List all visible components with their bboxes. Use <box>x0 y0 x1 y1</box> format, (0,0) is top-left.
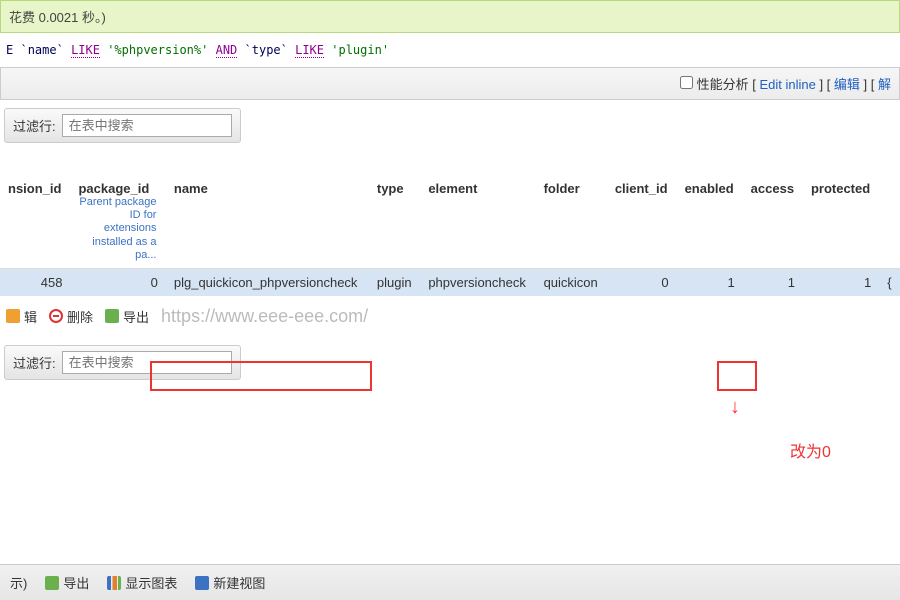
table-header-row: nsion_id package_idParent package ID for… <box>0 175 900 268</box>
cell-tail: { <box>879 268 900 296</box>
cell-folder: quickicon <box>536 268 607 296</box>
col-access[interactable]: access <box>743 175 803 268</box>
footer-bar: 示) 导出 显示图表 新建视图 <box>0 564 900 600</box>
view-icon <box>195 576 209 590</box>
more-link[interactable]: 解 <box>878 77 891 92</box>
perf-checkbox[interactable] <box>680 76 693 89</box>
cell-element: phpversioncheck <box>420 268 535 296</box>
col-more <box>879 175 900 268</box>
filter-bar-top: 过滤行: <box>4 108 241 143</box>
cell-enabled: 1 <box>677 268 743 296</box>
footer-newview[interactable]: 新建视图 <box>195 573 265 592</box>
arrow-icon: ↓ <box>730 396 740 419</box>
sql-query-area: E `name` LIKE '%phpversion%' AND `type` … <box>0 33 900 67</box>
edit-action[interactable]: 辑 <box>6 307 37 326</box>
table-row[interactable]: 458 0 plg_quickicon_phpversioncheck plug… <box>0 268 900 296</box>
cell-name: plg_quickicon_phpversioncheck <box>166 268 369 296</box>
filter-label: 过滤行: <box>13 116 56 135</box>
results-table: nsion_id package_idParent package ID for… <box>0 175 900 296</box>
cell-protected: 1 <box>803 268 879 296</box>
col-element[interactable]: element <box>420 175 535 268</box>
delete-icon <box>49 309 63 323</box>
col-package-id[interactable]: package_idParent package ID for extensio… <box>70 175 165 268</box>
col-extension-id[interactable]: nsion_id <box>0 175 70 268</box>
col-name[interactable]: name <box>166 175 369 268</box>
cell-extension-id: 458 <box>0 268 70 296</box>
col-enabled[interactable]: enabled <box>677 175 743 268</box>
row-actions: 辑 删除 导出 https://www.eee-eee.com/ <box>0 296 900 337</box>
cell-access: 1 <box>743 268 803 296</box>
status-text: 花费 0.0021 秒。) <box>9 10 106 25</box>
edit-link[interactable]: 编辑 <box>834 77 860 92</box>
cell-type: plugin <box>369 268 420 296</box>
col-protected[interactable]: protected <box>803 175 879 268</box>
filter-bar-bottom: 过滤行: <box>4 345 241 380</box>
results-table-wrapper: nsion_id package_idParent package ID for… <box>0 175 900 296</box>
cell-package-id: 0 <box>70 268 165 296</box>
export-icon <box>45 576 59 590</box>
status-message: 花费 0.0021 秒。) <box>0 0 900 33</box>
export-action[interactable]: 导出 <box>105 307 149 326</box>
perf-label: 性能分析 <box>697 77 749 92</box>
footer-chart[interactable]: 显示图表 <box>107 573 177 592</box>
filter-input-bottom[interactable] <box>62 351 232 374</box>
watermark: https://www.eee-eee.com/ <box>161 306 368 327</box>
col-folder[interactable]: folder <box>536 175 607 268</box>
cell-client-id: 0 <box>607 268 677 296</box>
query-tools-bar: 性能分析 [ Edit inline ] [ 编辑 ] [ 解 <box>0 67 900 100</box>
col-type[interactable]: type <box>369 175 420 268</box>
col-client-id[interactable]: client_id <box>607 175 677 268</box>
export-icon <box>105 309 119 323</box>
footer-show: 示) <box>10 573 27 592</box>
annotation-text: 改为0 <box>790 438 831 462</box>
filter-input-top[interactable] <box>62 114 232 137</box>
sql-query-text: E `name` LIKE '%phpversion%' AND `type` … <box>6 43 894 57</box>
edit-inline-link[interactable]: Edit inline <box>759 77 815 92</box>
edit-icon <box>6 309 20 323</box>
delete-action[interactable]: 删除 <box>49 307 93 326</box>
chart-icon <box>107 576 121 590</box>
highlight-enabled-cell <box>717 361 757 391</box>
filter-label-bottom: 过滤行: <box>13 353 56 372</box>
footer-export[interactable]: 导出 <box>45 573 89 592</box>
